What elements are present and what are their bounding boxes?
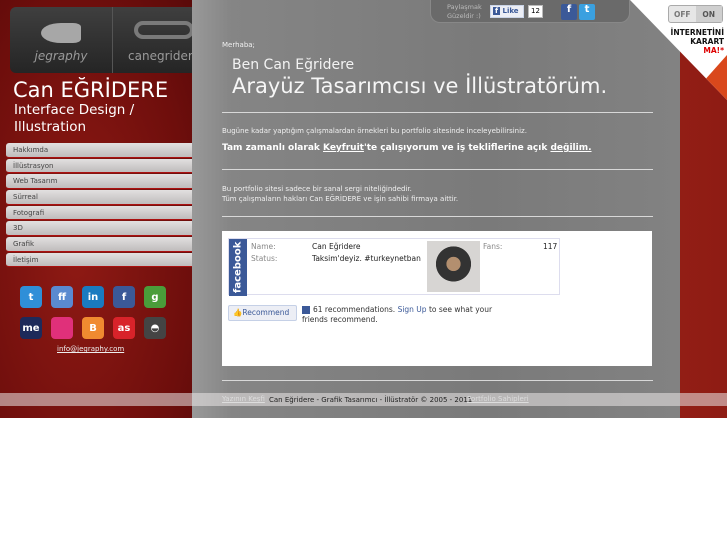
intro-paragraph: Bugüne kadar yaptığım çalışmalardan örne… bbox=[222, 127, 527, 135]
infinity-icon bbox=[134, 21, 194, 39]
text: 'te çalışıyorum ve iş tekliflerine açık bbox=[363, 143, 551, 153]
blackout-text: İNTERNETİNİ KARART MA!* bbox=[671, 28, 724, 55]
like-button[interactable]: f Like bbox=[490, 5, 524, 18]
job-status: Tam zamanlı olarak Keyfruit'te çalışıyor… bbox=[222, 143, 592, 153]
disclaimer: Bu portfolio sitesi sadece bir sanal ser… bbox=[222, 184, 458, 204]
sidebar: jegraphy canegridere Can EĞRİDERE Interf… bbox=[0, 0, 215, 418]
shell-icon bbox=[41, 23, 81, 43]
toggle-on[interactable]: ON bbox=[695, 6, 722, 22]
greeting: Merhaba; bbox=[222, 41, 255, 49]
nav-item-web-tasarim[interactable]: Web Tasarım bbox=[6, 174, 192, 189]
facebook-share-icon[interactable]: f bbox=[561, 4, 577, 20]
intro-line: Ben Can Eğridere bbox=[232, 57, 355, 73]
profile-subtitle: Interface Design / Illustration bbox=[14, 102, 135, 135]
degilim-link[interactable]: değilim. bbox=[550, 143, 591, 153]
rec-count: 61 recommendations. bbox=[313, 305, 396, 314]
profile-photo[interactable] bbox=[427, 241, 480, 292]
share-text: Paylaşmak bbox=[447, 3, 482, 11]
karart-line1: İNTERNETİNİ bbox=[670, 28, 724, 37]
nav-item-illustrasyon[interactable]: İllüstrasyon bbox=[6, 158, 192, 174]
nav-item-3d[interactable]: 3D bbox=[6, 221, 192, 236]
toggle-off[interactable]: OFF bbox=[669, 6, 696, 22]
grooveshark-icon[interactable]: ◓ bbox=[144, 317, 166, 339]
name-label: Name: bbox=[251, 242, 276, 251]
twitter-icon[interactable]: t bbox=[20, 286, 42, 308]
recommendation-text: 61 recommendations. Sign Up to see what … bbox=[302, 305, 512, 325]
divider bbox=[222, 380, 653, 381]
logo-text: canegridere bbox=[128, 49, 200, 63]
disclaimer-line: Bu portfolio sitesi sadece bir sanal ser… bbox=[222, 185, 412, 193]
status-label: Status: bbox=[251, 254, 278, 263]
blackout-toggle[interactable]: OFF ON bbox=[668, 5, 723, 23]
footer-link-right[interactable]: Portfolio Sahipleri bbox=[467, 395, 529, 403]
sign-up-link[interactable]: Sign Up bbox=[398, 305, 427, 314]
keyfruit-link[interactable]: Keyfruit bbox=[323, 143, 364, 153]
logo-text: jegraphy bbox=[34, 49, 88, 63]
email-link[interactable]: info@jegraphy.com bbox=[57, 345, 124, 353]
recommend-label: Recommend bbox=[242, 308, 290, 317]
fans-count: 117 bbox=[543, 242, 558, 251]
text: Tam zamanlı olarak bbox=[222, 143, 324, 153]
linkedin-icon[interactable]: in bbox=[82, 286, 104, 308]
copyright: Can Eğridere - Grafik Tasarımcı - İllüst… bbox=[269, 396, 473, 404]
facebook-icon bbox=[302, 306, 310, 314]
nav-item-grafik[interactable]: Grafik bbox=[6, 237, 192, 252]
nav-item-fotografi[interactable]: Fotografi bbox=[6, 205, 192, 221]
social-icons: t ff in f g me Bas ◓ bbox=[20, 286, 166, 339]
footer-link-left[interactable]: Yazının Keşfi bbox=[222, 395, 265, 403]
thumbs-up-icon: 👍 bbox=[233, 308, 243, 317]
nav-item-iletisim[interactable]: İletişim bbox=[6, 252, 192, 268]
google-icon[interactable]: g bbox=[144, 286, 166, 308]
nav-item-surreal[interactable]: Sürreal bbox=[6, 190, 192, 205]
facebook-widget: facebook Name: Can Eğridere Status: Taks… bbox=[222, 231, 652, 366]
recommend-button[interactable]: 👍Recommend bbox=[228, 305, 297, 321]
nav-menu: Hakkımda İllüstrasyon Web Tasarım Sürrea… bbox=[6, 143, 192, 269]
nav-item-hakkimda[interactable]: Hakkımda bbox=[6, 143, 192, 158]
status-value: Taksim'deyiz. #turkeynetban bbox=[312, 254, 421, 263]
karart-line2: KARART bbox=[690, 37, 724, 46]
facebook-icon[interactable]: f bbox=[113, 286, 135, 308]
facebook-logo: facebook bbox=[229, 239, 247, 296]
divider bbox=[222, 216, 653, 217]
share-text-2: Güzeldir :) bbox=[447, 12, 481, 20]
logo-bar: jegraphy canegridere bbox=[10, 7, 215, 73]
facebook-page-card[interactable]: facebook Name: Can Eğridere Status: Taks… bbox=[228, 238, 560, 296]
blogger-icon[interactable]: B bbox=[82, 317, 104, 339]
friendfeed-icon[interactable]: ff bbox=[51, 286, 73, 308]
me-icon[interactable]: me bbox=[20, 317, 42, 339]
lastfm-icon[interactable]: as bbox=[113, 317, 135, 339]
footer: Yazının Keşfi Can Eğridere - Grafik Tasa… bbox=[0, 393, 727, 406]
disclaimer-line: Tüm çalışmaların hakları Can EĞRİDERE ve… bbox=[222, 195, 459, 203]
headline: Arayüz Tasarımcısı ve İllüstratörüm. bbox=[232, 74, 608, 98]
flickr-grid-icon[interactable] bbox=[51, 317, 73, 339]
like-count: 12 bbox=[528, 5, 543, 18]
karart-line3: MA!* bbox=[703, 46, 724, 55]
twitter-share-icon[interactable]: t bbox=[579, 4, 595, 20]
jegraphy-logo[interactable]: jegraphy bbox=[10, 7, 113, 73]
fans-label: Fans: bbox=[483, 242, 503, 251]
like-label: Like bbox=[502, 7, 519, 15]
share-bar: Paylaşmak Güzeldir :) f Like 12 f t bbox=[430, 0, 630, 23]
profile-name: Can EĞRİDERE bbox=[13, 78, 169, 102]
name-value[interactable]: Can Eğridere bbox=[312, 242, 361, 251]
divider bbox=[222, 112, 653, 113]
divider bbox=[222, 169, 653, 170]
